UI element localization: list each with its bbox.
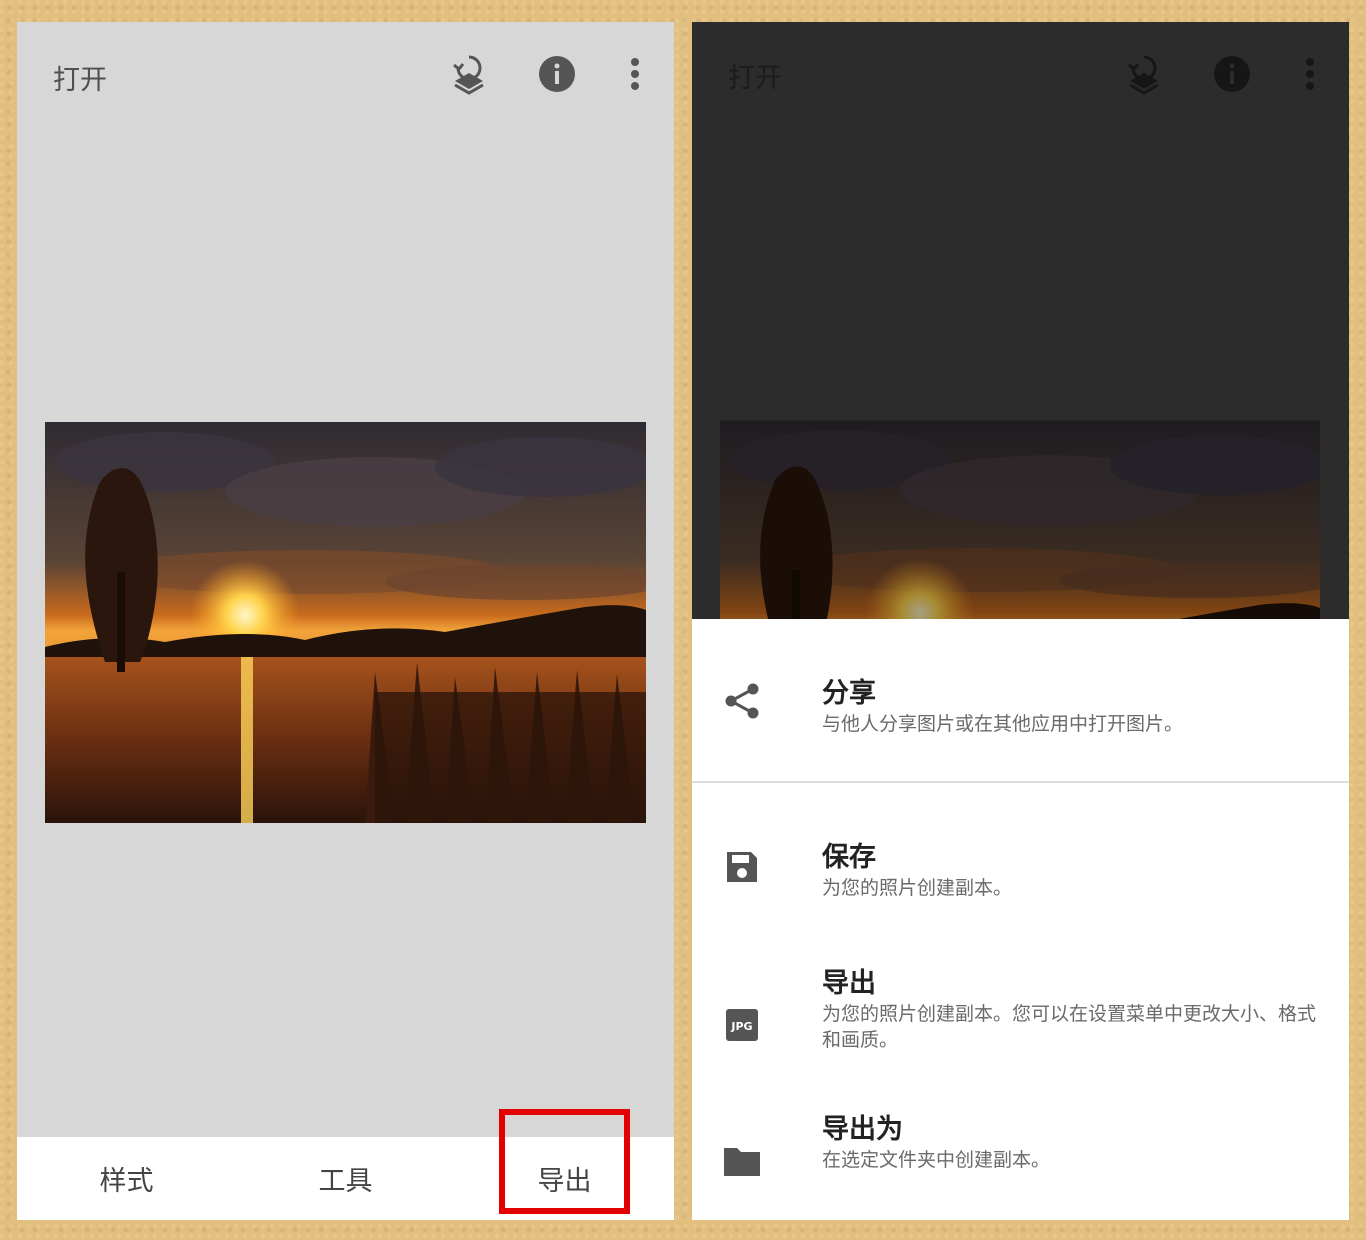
tab-styles[interactable]: 样式 <box>17 1137 236 1220</box>
export-bottom-sheet: 分享 与他人分享图片或在其他应用中打开图片。 保存 为您的照片创建副本。 JPG <box>692 619 1349 1220</box>
right-screen: 打开 分享 与他人分享图片或在其他应用中打开图片。 保存 为您的照片创建副本。 … <box>692 22 1349 1220</box>
scrim-overlay[interactable] <box>692 22 1349 619</box>
sheet-item-share[interactable]: 分享 与他人分享图片或在其他应用中打开图片。 <box>692 619 1349 781</box>
photo-preview <box>45 422 646 823</box>
sheet-item-title: 分享 <box>822 678 876 709</box>
sheet-item-desc: 为您的照片创建副本。您可以在设置菜单中更改大小、格式和画质。 <box>822 1003 1317 1051</box>
sheet-item-export[interactable]: JPG 导出 为您的照片创建副本。您可以在设置菜单中更改大小、格式和画质。 <box>692 949 1349 1079</box>
sheet-item-desc: 在选定文件夹中创建副本。 <box>822 1149 1051 1171</box>
top-app-bar: 打开 <box>17 22 674 126</box>
sheet-divider <box>692 781 1349 783</box>
jpg-icon-label: JPG <box>730 1020 752 1033</box>
folder-icon <box>718 1137 766 1185</box>
share-icon <box>718 677 766 725</box>
left-screen: 打开 样式 工具 导出 <box>17 22 674 1220</box>
tab-tools[interactable]: 工具 <box>236 1137 455 1220</box>
sheet-item-desc: 为您的照片创建副本。 <box>822 877 1013 899</box>
open-button[interactable]: 打开 <box>53 58 107 97</box>
sheet-item-title: 保存 <box>822 842 876 873</box>
sheet-item-title: 导出为 <box>822 1114 903 1145</box>
jpg-icon: JPG <box>718 1001 766 1049</box>
sheet-item-export-as[interactable]: 导出为 在选定文件夹中创建副本。 <box>692 1099 1349 1209</box>
sheet-item-save[interactable]: 保存 为您的照片创建副本。 <box>692 819 1349 929</box>
export-highlight-box <box>499 1109 630 1214</box>
layers-undo-icon[interactable] <box>449 52 489 96</box>
more-vert-icon[interactable] <box>615 52 655 96</box>
info-icon[interactable] <box>537 52 577 96</box>
sheet-item-desc: 与他人分享图片或在其他应用中打开图片。 <box>822 713 1184 735</box>
save-icon <box>718 843 766 891</box>
sheet-item-title: 导出 <box>822 968 876 999</box>
